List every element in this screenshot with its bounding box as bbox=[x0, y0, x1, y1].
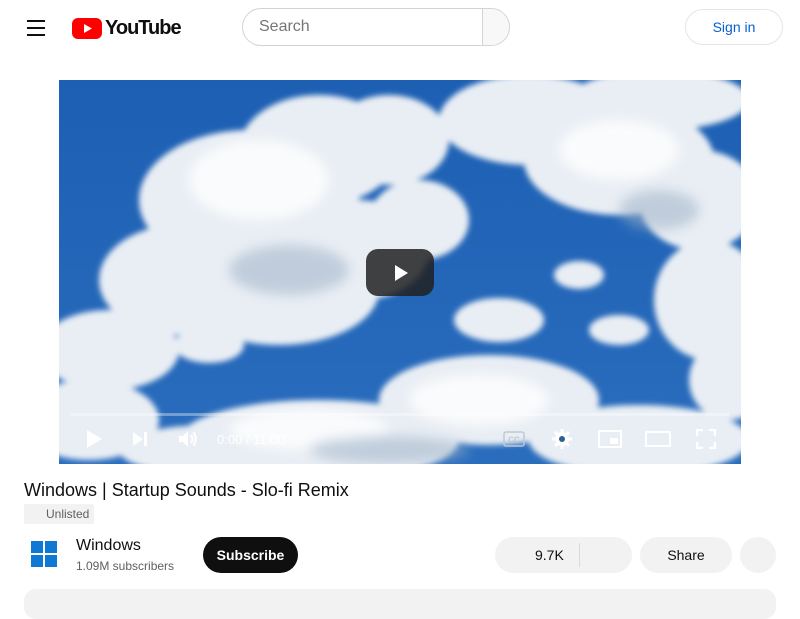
search-bar bbox=[242, 8, 510, 46]
subscribe-label: Subscribe bbox=[216, 547, 285, 563]
fullscreen-button[interactable] bbox=[693, 426, 719, 452]
channel-name[interactable]: Windows bbox=[76, 537, 141, 555]
more-actions-button[interactable] bbox=[740, 537, 776, 573]
dislike-button[interactable] bbox=[582, 537, 632, 573]
video-title: Windows | Startup Sounds - Slo-fi Remix bbox=[24, 480, 349, 500]
subscribe-button[interactable]: Subscribe bbox=[203, 537, 298, 573]
description-box[interactable] bbox=[24, 589, 776, 619]
settings-icon bbox=[552, 429, 572, 449]
volume-icon bbox=[179, 431, 197, 447]
svg-text:CC: CC bbox=[508, 436, 520, 445]
share-button[interactable]: Share bbox=[640, 537, 732, 573]
fullscreen-icon bbox=[696, 429, 716, 449]
next-icon bbox=[133, 432, 147, 446]
search-button[interactable] bbox=[482, 9, 509, 45]
play-button[interactable] bbox=[81, 426, 107, 452]
captions-button[interactable]: CC bbox=[501, 426, 527, 452]
theater-icon bbox=[645, 431, 671, 447]
like-dislike-divider bbox=[579, 543, 580, 567]
miniplayer-icon bbox=[598, 430, 622, 448]
cc-icon: CC bbox=[503, 431, 525, 447]
search-input[interactable] bbox=[243, 9, 482, 45]
unlisted-label: Unlisted bbox=[46, 507, 90, 521]
sign-in-button[interactable]: Sign in bbox=[685, 9, 783, 45]
like-button[interactable]: 9.7K bbox=[535, 547, 564, 563]
time-display: 0:00 / 11:00 bbox=[217, 432, 285, 447]
settings-button[interactable] bbox=[549, 426, 575, 452]
menu-icon[interactable] bbox=[22, 14, 50, 42]
channel-avatar[interactable] bbox=[31, 541, 57, 567]
progress-bar[interactable] bbox=[71, 413, 729, 416]
play-icon bbox=[87, 430, 102, 448]
next-button[interactable] bbox=[127, 426, 153, 452]
youtube-logo[interactable]: YouTube bbox=[72, 14, 182, 42]
miniplayer-button[interactable] bbox=[596, 426, 624, 452]
subscriber-count: 1.09M subscribers bbox=[76, 559, 175, 573]
big-play-button[interactable] bbox=[366, 249, 434, 296]
volume-button[interactable] bbox=[174, 426, 202, 452]
play-icon bbox=[395, 264, 408, 281]
logo-text: YouTube bbox=[105, 16, 182, 39]
video-player[interactable]: 0:00 / 11:00 CC bbox=[59, 80, 741, 464]
youtube-play-logo-icon bbox=[72, 17, 102, 39]
share-label: Share bbox=[667, 547, 705, 563]
theater-mode-button[interactable] bbox=[644, 426, 672, 452]
unlisted-badge: Unlisted bbox=[24, 504, 95, 524]
sign-in-label: Sign in bbox=[712, 19, 756, 35]
